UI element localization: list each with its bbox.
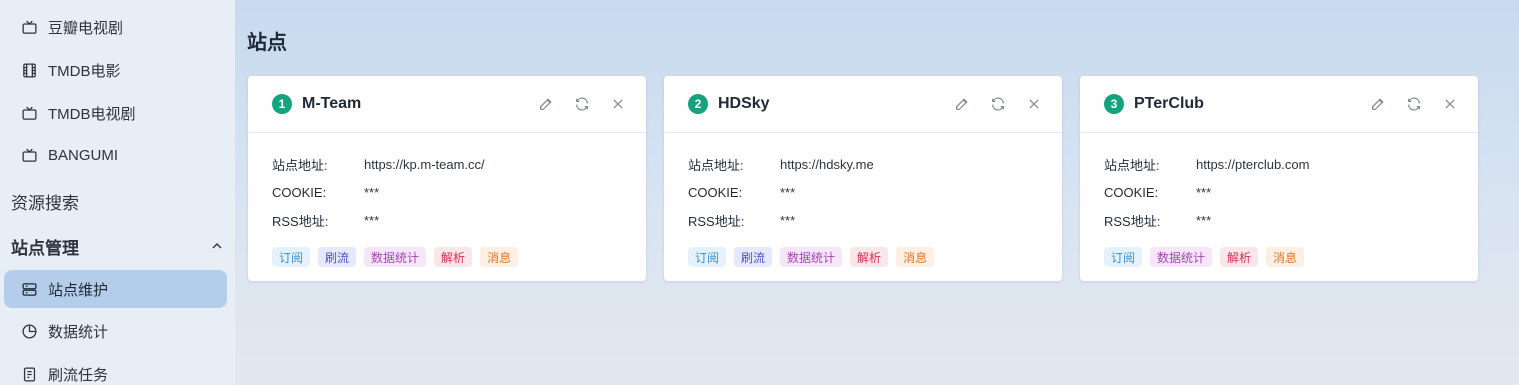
edit-icon[interactable] (954, 96, 970, 112)
server-icon (20, 280, 38, 298)
card-header: 1 M-Team (248, 76, 646, 133)
tag-parse[interactable]: 解析 (850, 247, 889, 267)
close-icon[interactable] (610, 96, 626, 112)
cookie-value: *** (780, 184, 796, 200)
site-card-pterclub: 3 PTerClub 站点地址: https://pterclub.com COO… (1080, 76, 1478, 281)
nav-item-label: 站点维护 (48, 281, 109, 299)
site-card-mteam: 1 M-Team 站点地址: https://kp.m-team.cc/ COOK… (248, 76, 646, 281)
index-badge: 2 (688, 94, 708, 114)
tag-subscribe[interactable]: 订阅 (272, 247, 311, 267)
tag-message[interactable]: 消息 (480, 247, 519, 267)
nav-item-label: TMDB电视剧 (48, 105, 136, 123)
cookie-value: *** (364, 184, 380, 200)
nav-item-label: TMDB电影 (48, 62, 121, 80)
address-label: 站点地址: (272, 157, 328, 173)
tv-icon (20, 104, 38, 122)
tag-data-stats[interactable]: 数据统计 (364, 247, 427, 267)
pie-chart-icon (20, 322, 38, 340)
refresh-icon[interactable] (990, 96, 1006, 112)
cookie-value: *** (1196, 184, 1212, 200)
nav-item-label: BANGUMI (48, 146, 119, 164)
nav-group-label: 资源搜索 (11, 193, 79, 213)
nav-item-tmdb-tv[interactable]: TMDB电视剧 (12, 94, 232, 132)
nav-item-douban-tv[interactable]: 豆瓣电视剧 (12, 8, 232, 46)
film-icon (20, 61, 38, 79)
rss-label: RSS地址: (1104, 213, 1161, 229)
site-name: PTerClub (1134, 95, 1204, 112)
tag-parse[interactable]: 解析 (434, 247, 473, 267)
nav-group-label: 站点管理 (11, 238, 79, 258)
nav-group-resource-search[interactable]: 资源搜索 (11, 186, 225, 216)
task-icon (20, 365, 38, 383)
nav-item-site-maintenance[interactable]: 站点维护 (4, 270, 227, 308)
rss-value: *** (364, 212, 380, 228)
site-name: HDSky (718, 95, 770, 112)
edit-icon[interactable] (538, 96, 554, 112)
tag-subscribe[interactable]: 订阅 (1104, 247, 1143, 267)
cookie-label: COOKIE: (1104, 184, 1159, 200)
nav-item-label: 豆瓣电视剧 (48, 19, 124, 37)
chevron-up-icon (209, 238, 225, 254)
nav-item-bangumi[interactable]: BANGUMI (12, 136, 232, 174)
index-badge: 1 (272, 94, 292, 114)
address-label: 站点地址: (1104, 157, 1160, 173)
nav-item-tmdb-movie[interactable]: TMDB电影 (12, 51, 232, 89)
nav-item-brush-tasks[interactable]: 刷流任务 (12, 355, 232, 385)
tag-parse[interactable]: 解析 (1220, 247, 1259, 267)
tag-message[interactable]: 消息 (1266, 247, 1305, 267)
tv-icon (20, 18, 38, 36)
close-icon[interactable] (1026, 96, 1042, 112)
edit-icon[interactable] (1370, 96, 1386, 112)
refresh-icon[interactable] (1406, 96, 1422, 112)
index-badge: 3 (1104, 94, 1124, 114)
nav-group-site-management[interactable]: 站点管理 (11, 231, 225, 261)
nav-item-label: 刷流任务 (48, 366, 109, 384)
tag-data-stats[interactable]: 数据统计 (780, 247, 843, 267)
cookie-label: COOKIE: (272, 184, 327, 200)
nav-item-data-stats[interactable]: 数据统计 (12, 312, 232, 350)
rss-value: *** (1196, 212, 1212, 228)
cookie-label: COOKIE: (688, 184, 743, 200)
tag-message[interactable]: 消息 (896, 247, 935, 267)
rss-label: RSS地址: (688, 213, 745, 229)
tag-brush[interactable]: 刷流 (734, 247, 773, 267)
refresh-icon[interactable] (574, 96, 590, 112)
address-label: 站点地址: (688, 157, 744, 173)
card-header: 3 PTerClub (1080, 76, 1478, 133)
address-value: https://pterclub.com (1196, 156, 1310, 172)
tag-subscribe[interactable]: 订阅 (688, 247, 727, 267)
site-card-hdsky: 2 HDSky 站点地址: https://hdsky.me COOKIE: ***… (664, 76, 1062, 281)
address-value: https://hdsky.me (780, 156, 874, 172)
site-name: M-Team (302, 95, 362, 112)
card-header: 2 HDSky (664, 76, 1062, 133)
tag-data-stats[interactable]: 数据统计 (1150, 247, 1213, 267)
sidebar: 豆瓣电视剧 TMDB电影 TMDB电视剧 BANGUMI 资源搜索 站点管理 站… (0, 0, 235, 385)
page-title: 站点 (247, 32, 287, 54)
close-icon[interactable] (1442, 96, 1458, 112)
address-value: https://kp.m-team.cc/ (364, 156, 485, 172)
nav-item-label: 数据统计 (48, 323, 109, 341)
tv-icon (20, 146, 38, 164)
rss-label: RSS地址: (272, 213, 329, 229)
tag-brush[interactable]: 刷流 (318, 247, 357, 267)
rss-value: *** (780, 212, 796, 228)
